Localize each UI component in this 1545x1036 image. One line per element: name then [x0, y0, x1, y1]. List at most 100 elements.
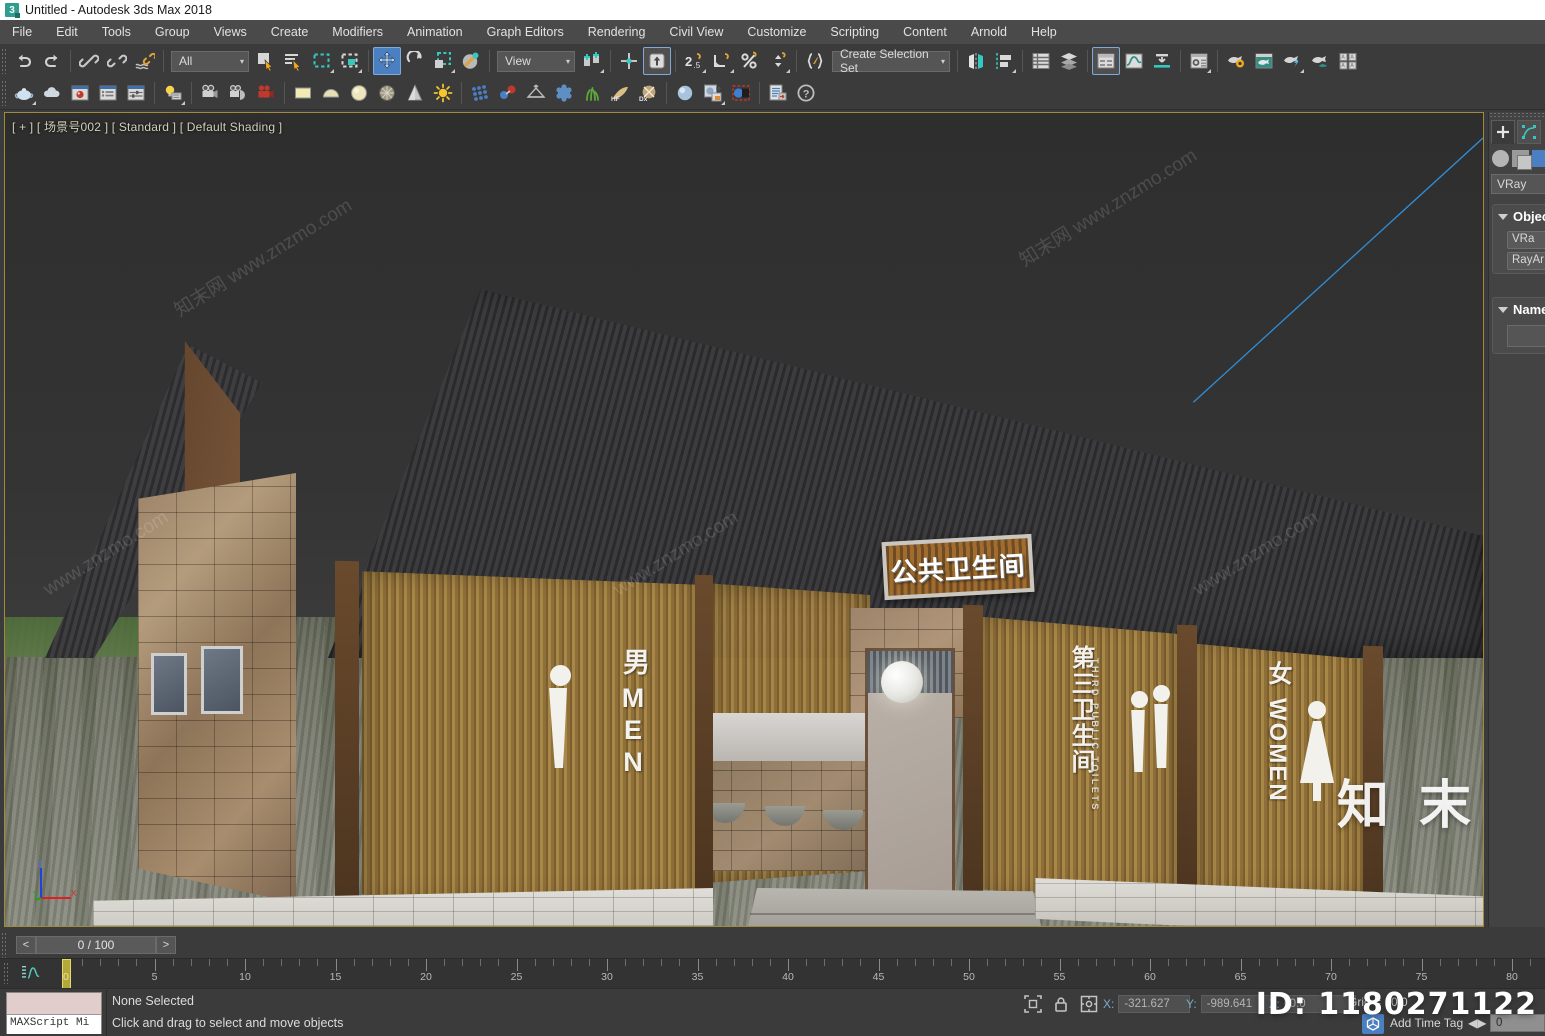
- render-in-activeshade-icon[interactable]: AAAA: [1334, 47, 1362, 75]
- object-type-button-vrayarea[interactable]: RayAr: [1507, 252, 1545, 270]
- menu-tools[interactable]: Tools: [90, 22, 143, 42]
- particle-array-icon[interactable]: [466, 79, 494, 107]
- redo-icon[interactable]: [38, 47, 66, 75]
- viewport-label[interactable]: [ + ] [ 场景号002 ] [ Standard ] [ Default …: [12, 118, 282, 135]
- lights-category-icon[interactable]: [1532, 150, 1545, 167]
- track-bar[interactable]: 5 10 15 20 25 30 35 40 45 50 55 60 65 70 75 80 0: [0, 958, 1545, 988]
- vray-fur-object-icon[interactable]: [550, 79, 578, 107]
- maxscript-output-pane[interactable]: [7, 993, 101, 1014]
- object-name-input[interactable]: [1507, 325, 1545, 347]
- reference-coordinate-system-dropdown[interactable]: View ▾: [497, 50, 575, 72]
- select-and-link-icon[interactable]: [75, 47, 103, 75]
- render-iterative-icon[interactable]: [1306, 47, 1334, 75]
- menu-create[interactable]: Create: [259, 22, 321, 42]
- slider-panel-icon[interactable]: [122, 79, 150, 107]
- vray-script-icon[interactable]: [764, 79, 792, 107]
- sphere-primitive-icon[interactable]: [345, 79, 373, 107]
- plane-primitive-icon[interactable]: [289, 79, 317, 107]
- menu-animation[interactable]: Animation: [395, 22, 475, 42]
- menu-help[interactable]: Help: [1019, 22, 1069, 42]
- perspective-viewport[interactable]: 公共卫生间 男 MEN 第三卫生间 THIRD PUBLIC TOILETS 女…: [4, 112, 1484, 927]
- grass-object-icon[interactable]: [578, 79, 606, 107]
- help-icon[interactable]: ?: [792, 79, 820, 107]
- menu-scripting[interactable]: Scripting: [818, 22, 891, 42]
- renderer-dropdown[interactable]: VRay: [1491, 174, 1545, 194]
- geosphere-primitive-icon[interactable]: [373, 79, 401, 107]
- object-type-button-vray[interactable]: VRa: [1507, 231, 1545, 249]
- edit-named-selection-sets-icon[interactable]: [801, 47, 829, 75]
- next-frame-button[interactable]: >: [156, 936, 176, 954]
- schematic-view-icon[interactable]: [1148, 47, 1176, 75]
- tab-create[interactable]: [1491, 120, 1515, 144]
- coord-x-field[interactable]: -321.627: [1118, 995, 1191, 1013]
- select-and-scale-icon[interactable]: [429, 47, 457, 75]
- camera-target-icon[interactable]: [196, 79, 224, 107]
- physical-camera-icon[interactable]: [252, 79, 280, 107]
- toolbar-grip[interactable]: [1, 48, 8, 74]
- align-icon[interactable]: [990, 47, 1018, 75]
- previous-frame-button[interactable]: <: [16, 936, 36, 954]
- cloud-icon[interactable]: [38, 79, 66, 107]
- rectangular-selection-region-icon[interactable]: [308, 47, 336, 75]
- menu-views[interactable]: Views: [202, 22, 259, 42]
- named-selection-set-dropdown[interactable]: Create Selection Set ▾: [832, 47, 950, 75]
- directx-object-icon[interactable]: Dx: [634, 79, 662, 107]
- unlink-selection-icon[interactable]: [103, 47, 131, 75]
- camera-free-icon[interactable]: [224, 79, 252, 107]
- menu-content[interactable]: Content: [891, 22, 959, 42]
- window-crossing-toggle-icon[interactable]: [336, 47, 364, 75]
- material-editor-icon[interactable]: [1185, 47, 1213, 75]
- percent-snap-toggle-icon[interactable]: [736, 47, 764, 75]
- select-and-place-icon[interactable]: [457, 47, 485, 75]
- use-center-flyout-icon[interactable]: [615, 47, 643, 75]
- curve-editor-icon[interactable]: [1120, 47, 1148, 75]
- geometry-category-icon[interactable]: [1492, 150, 1509, 167]
- spinner-snap-toggle-icon[interactable]: [764, 47, 792, 75]
- selection-lock-toggle-icon[interactable]: [1050, 993, 1072, 1015]
- vray-light-material-icon[interactable]: [727, 79, 755, 107]
- undo-icon[interactable]: [10, 47, 38, 75]
- tab-modify[interactable]: [1517, 120, 1541, 144]
- bind-to-space-warp-icon[interactable]: [131, 47, 159, 75]
- rendered-frame-window-icon[interactable]: [1250, 47, 1278, 75]
- vray-material-preview-icon[interactable]: [699, 79, 727, 107]
- toggle-scene-explorer-icon[interactable]: [1092, 47, 1120, 75]
- hair-and-fur-icon[interactable]: HF: [606, 79, 634, 107]
- menu-civil-view[interactable]: Civil View: [657, 22, 735, 42]
- shapes-category-icon[interactable]: [1512, 150, 1532, 170]
- selection-lock-region-icon[interactable]: [1022, 993, 1044, 1015]
- snaps-toggle-icon[interactable]: 2.5: [680, 47, 708, 75]
- layer-explorer-icon[interactable]: [1027, 47, 1055, 75]
- asset-browser-icon[interactable]: [66, 79, 94, 107]
- menu-rendering[interactable]: Rendering: [576, 22, 658, 42]
- cone-primitive-icon[interactable]: [401, 79, 429, 107]
- menu-customize[interactable]: Customize: [735, 22, 818, 42]
- teapot-primitive-icon[interactable]: [10, 79, 38, 107]
- use-pivot-point-center-icon[interactable]: [578, 47, 606, 75]
- angle-snap-toggle-icon[interactable]: [708, 47, 736, 75]
- rollout-object-header[interactable]: Object: [1493, 205, 1545, 228]
- select-and-rotate-icon[interactable]: [401, 47, 429, 75]
- menu-edit[interactable]: Edit: [44, 22, 90, 42]
- menu-file[interactable]: File: [0, 22, 44, 42]
- maxscript-input-pane[interactable]: MAXScript Mi: [7, 1014, 101, 1034]
- light-lister-icon[interactable]: [159, 79, 187, 107]
- menu-group[interactable]: Group: [143, 22, 202, 42]
- rollout-name-header[interactable]: Name: [1493, 298, 1545, 321]
- space-warp-icon[interactable]: [494, 79, 522, 107]
- curve-editor-toggle-icon[interactable]: [22, 964, 42, 982]
- sunlight-icon[interactable]: [429, 79, 457, 107]
- absolute-relative-transform-icon[interactable]: [1078, 993, 1100, 1015]
- select-and-manipulate-icon[interactable]: [643, 47, 671, 75]
- render-setup-icon[interactable]: [1222, 47, 1250, 75]
- select-object-icon[interactable]: [252, 47, 280, 75]
- select-and-move-icon[interactable]: [373, 47, 401, 75]
- vray-sphere-icon[interactable]: [671, 79, 699, 107]
- menu-graph-editors[interactable]: Graph Editors: [475, 22, 576, 42]
- mirror-icon[interactable]: [962, 47, 990, 75]
- maxscript-mini-listener[interactable]: MAXScript Mi: [6, 992, 102, 1034]
- menu-arnold[interactable]: Arnold: [959, 22, 1019, 42]
- selection-filter-dropdown[interactable]: All ▾: [171, 50, 249, 72]
- menu-modifiers[interactable]: Modifiers: [320, 22, 395, 42]
- render-production-icon[interactable]: [1278, 47, 1306, 75]
